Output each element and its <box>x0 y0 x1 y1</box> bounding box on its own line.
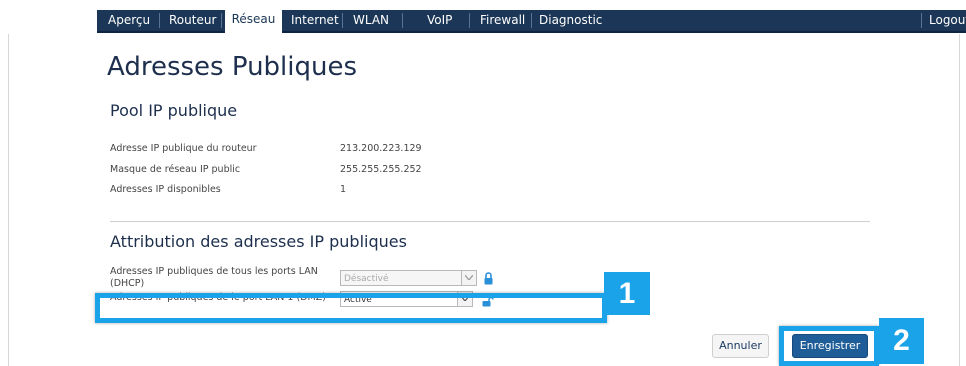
nav-tab-reseau[interactable]: Réseau <box>225 9 282 33</box>
nav-separator <box>921 13 922 28</box>
nav-tab-firewall[interactable]: Firewall <box>480 10 525 31</box>
nav-separator <box>402 13 403 28</box>
annotation-badge-1: 1 <box>604 272 650 315</box>
router-ip-label: Adresse IP publique du routeur <box>110 143 257 154</box>
top-bar: Aperçu Routeur Réseau Internet WLAN VoIP… <box>0 0 966 34</box>
nav-tab-diagnostic[interactable]: Diagnostic <box>539 10 602 31</box>
section-divider <box>110 221 870 222</box>
nav-tab-apercu[interactable]: Aperçu <box>108 10 150 31</box>
annotation-highlight-2 <box>779 326 879 366</box>
nav-tab-internet[interactable]: Internet <box>291 10 339 31</box>
nav-tab-wlan[interactable]: WLAN <box>353 10 389 31</box>
annotation-highlight-1 <box>95 293 607 323</box>
nav-separator <box>469 13 470 28</box>
nav-separator <box>221 13 222 28</box>
logout-link[interactable]: Logout <box>929 10 966 31</box>
page-title: Adresses Publiques <box>107 52 358 82</box>
chevron-down-icon <box>461 271 476 285</box>
main-navigation: Aperçu Routeur Réseau Internet WLAN VoIP… <box>97 9 966 33</box>
nav-tab-routeur[interactable]: Routeur <box>169 10 216 31</box>
nav-separator <box>342 13 343 28</box>
available-ips-label: Adresses IP disponibles <box>110 184 221 195</box>
all-lan-ports-select-value: Désactivé <box>344 274 389 284</box>
all-lan-ports-select[interactable]: Désactivé <box>340 270 477 286</box>
nav-tab-voip[interactable]: VoIP <box>427 10 452 31</box>
nav-separator <box>531 13 532 28</box>
netmask-value: 255.255.255.252 <box>340 164 422 175</box>
nav-separator <box>159 13 160 28</box>
router-ip-value: 213.200.223.129 <box>340 143 422 154</box>
available-ips-value: 1 <box>340 184 347 195</box>
annotation-badge-2: 2 <box>879 318 924 364</box>
cancel-button[interactable]: Annuler <box>712 334 769 358</box>
all-lan-ports-label-dhcp: (DHCP) <box>110 278 145 289</box>
attribution-section-title: Attribution des adresses IP publiques <box>110 232 407 251</box>
pool-section-title: Pool IP publique <box>110 101 238 120</box>
all-lan-ports-label: Adresses IP publiques de tous les ports … <box>110 266 318 277</box>
lock-icon <box>484 270 493 289</box>
netmask-label: Masque de réseau IP public <box>110 164 241 175</box>
